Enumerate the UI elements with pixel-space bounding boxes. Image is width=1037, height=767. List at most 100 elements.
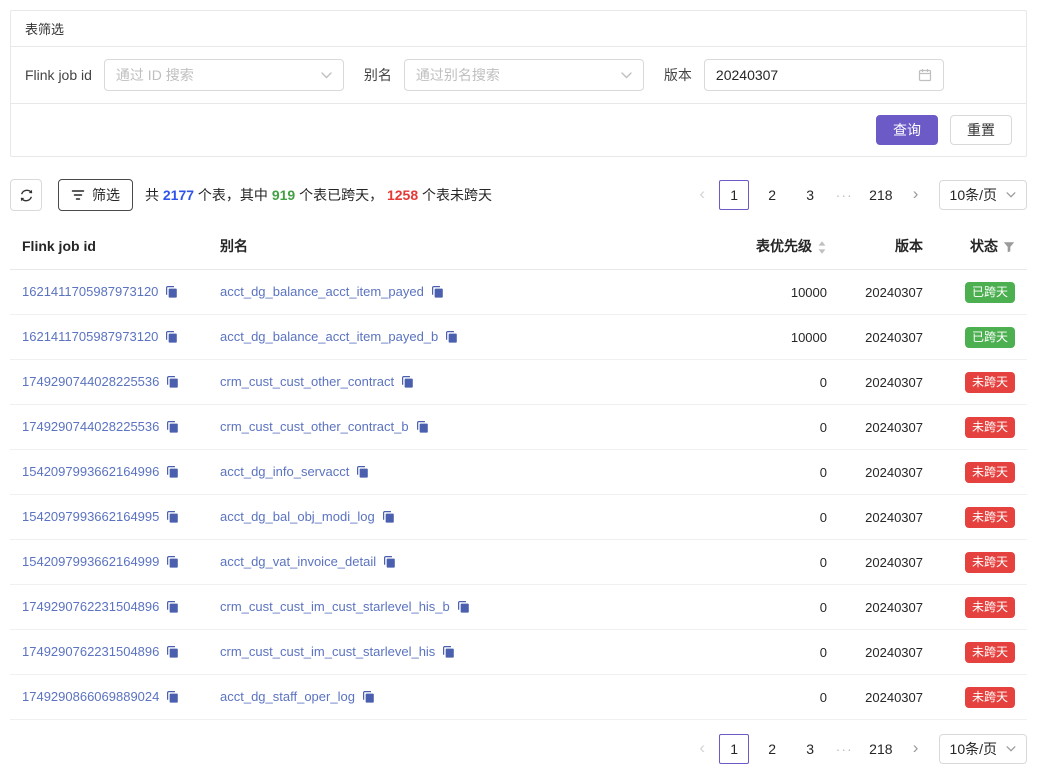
refresh-icon: [19, 188, 34, 203]
copy-icon[interactable]: [166, 645, 179, 661]
job-id-link[interactable]: 1542097993662164996: [22, 464, 159, 479]
copy-icon[interactable]: [356, 465, 369, 481]
version-cell: 20240307: [839, 585, 935, 630]
priority-cell: 0: [687, 630, 839, 675]
version-date-input[interactable]: 20240307: [704, 59, 944, 91]
version-date-value: 20240307: [716, 67, 778, 83]
chevron-down-icon: [321, 72, 332, 79]
priority-cell: 10000: [687, 270, 839, 315]
alias-link[interactable]: crm_cust_cust_im_cust_starlevel_his: [220, 644, 435, 659]
job-id-link[interactable]: 1749290762231504896: [22, 599, 159, 614]
copy-icon[interactable]: [445, 330, 458, 346]
alias-placeholder: 通过别名搜索: [416, 65, 500, 85]
table-row: 1621411705987973120 acct_dg_balance_acct…: [10, 315, 1027, 360]
alias-link[interactable]: acct_dg_vat_invoice_detail: [220, 554, 376, 569]
alias-link[interactable]: acct_dg_bal_obj_modi_log: [220, 509, 375, 524]
alias-label: 别名: [364, 65, 392, 85]
filter-panel-footer: 查询 重置: [11, 103, 1026, 156]
copy-icon[interactable]: [362, 690, 375, 706]
alias-link[interactable]: crm_cust_cust_other_contract: [220, 374, 394, 389]
summary-text: 个表未跨天: [418, 187, 492, 203]
filter-lines-icon: [71, 188, 85, 202]
page-item-1[interactable]: 1: [719, 734, 749, 764]
table-row: 1749290866069889024 acct_dg_staff_oper_l…: [10, 675, 1027, 720]
alias-select[interactable]: 通过别名搜索: [404, 59, 644, 91]
column-header-flink-job-id: Flink job id: [10, 221, 208, 270]
chevron-down-icon: [1006, 746, 1016, 752]
job-id-link[interactable]: 1542097993662164999: [22, 554, 159, 569]
version-cell: 20240307: [839, 450, 935, 495]
copy-icon[interactable]: [166, 465, 179, 481]
alias-link[interactable]: acct_dg_balance_acct_item_payed_b: [220, 329, 438, 344]
table-row: 1749290762231504896 crm_cust_cust_im_cus…: [10, 630, 1027, 675]
job-id-link[interactable]: 1749290744028225536: [22, 374, 159, 389]
table-row: 1749290744028225536 crm_cust_cust_other_…: [10, 360, 1027, 405]
page-item-3[interactable]: 3: [795, 734, 825, 764]
page-item-1[interactable]: 1: [719, 180, 749, 210]
page-size-select[interactable]: 10条/页: [939, 180, 1027, 210]
copy-icon[interactable]: [165, 330, 178, 346]
status-badge: 已跨天: [965, 282, 1015, 303]
next-page-button[interactable]: ›: [903, 180, 929, 210]
sort-icon[interactable]: [817, 240, 827, 255]
copy-icon[interactable]: [166, 510, 179, 526]
copy-icon[interactable]: [382, 510, 395, 526]
copy-icon[interactable]: [166, 690, 179, 706]
page-item-218[interactable]: 218: [863, 734, 898, 764]
alias-link[interactable]: crm_cust_cust_im_cust_starlevel_his_b: [220, 599, 450, 614]
page-ellipsis[interactable]: ···: [831, 741, 857, 757]
page-item-2[interactable]: 2: [757, 180, 787, 210]
copy-icon[interactable]: [401, 375, 414, 391]
filter-toggle-label: 筛选: [92, 185, 120, 205]
filter-toggle-button[interactable]: 筛选: [58, 179, 133, 211]
next-page-button[interactable]: ›: [903, 734, 929, 764]
alias-link[interactable]: acct_dg_staff_oper_log: [220, 689, 355, 704]
page-item-218[interactable]: 218: [863, 180, 898, 210]
priority-cell: 0: [687, 675, 839, 720]
priority-cell: 0: [687, 450, 839, 495]
prev-page-button[interactable]: ‹: [689, 734, 715, 764]
copy-icon[interactable]: [442, 645, 455, 661]
page-item-2[interactable]: 2: [757, 734, 787, 764]
version-label: 版本: [664, 65, 692, 85]
alias-link[interactable]: acct_dg_info_servacct: [220, 464, 349, 479]
version-cell: 20240307: [839, 630, 935, 675]
alias-link[interactable]: crm_cust_cust_other_contract_b: [220, 419, 409, 434]
search-button[interactable]: 查询: [876, 115, 938, 145]
summary-text: 共: [145, 187, 163, 203]
table-header-row: Flink job id 别名 表优先级 版本 状态: [10, 221, 1027, 270]
status-badge: 未跨天: [965, 687, 1015, 708]
copy-icon[interactable]: [166, 555, 179, 571]
column-header-status: 状态: [935, 221, 1027, 270]
job-id-link[interactable]: 1621411705987973120: [22, 284, 158, 299]
copy-icon[interactable]: [166, 600, 179, 616]
copy-icon[interactable]: [416, 420, 429, 436]
page-size-select[interactable]: 10条/页: [939, 734, 1027, 764]
job-id-link[interactable]: 1621411705987973120: [22, 329, 158, 344]
column-header-alias: 别名: [208, 221, 687, 270]
version-cell: 20240307: [839, 405, 935, 450]
page-ellipsis[interactable]: ···: [831, 187, 857, 203]
job-id-link[interactable]: 1749290866069889024: [22, 689, 159, 704]
alias-link[interactable]: acct_dg_balance_acct_item_payed: [220, 284, 424, 299]
copy-icon[interactable]: [457, 600, 470, 616]
job-id-link[interactable]: 1749290744028225536: [22, 419, 159, 434]
summary-not-crossed-count: 1258: [387, 187, 418, 203]
flink-job-id-label: Flink job id: [25, 67, 92, 83]
prev-page-button[interactable]: ‹: [689, 180, 715, 210]
job-id-link[interactable]: 1542097993662164995: [22, 509, 159, 524]
copy-icon[interactable]: [431, 285, 444, 301]
refresh-button[interactable]: [10, 179, 42, 211]
flink-job-id-select[interactable]: 通过 ID 搜索: [104, 59, 344, 91]
page-size-value: 10条/页: [950, 739, 997, 759]
copy-icon[interactable]: [165, 285, 178, 301]
job-id-link[interactable]: 1749290762231504896: [22, 644, 159, 659]
filter-funnel-icon[interactable]: [1003, 241, 1015, 253]
reset-button[interactable]: 重置: [950, 115, 1012, 145]
page-item-3[interactable]: 3: [795, 180, 825, 210]
copy-icon[interactable]: [383, 555, 396, 571]
copy-icon[interactable]: [166, 375, 179, 391]
copy-icon[interactable]: [166, 420, 179, 436]
priority-cell: 10000: [687, 315, 839, 360]
status-badge: 未跨天: [965, 417, 1015, 438]
